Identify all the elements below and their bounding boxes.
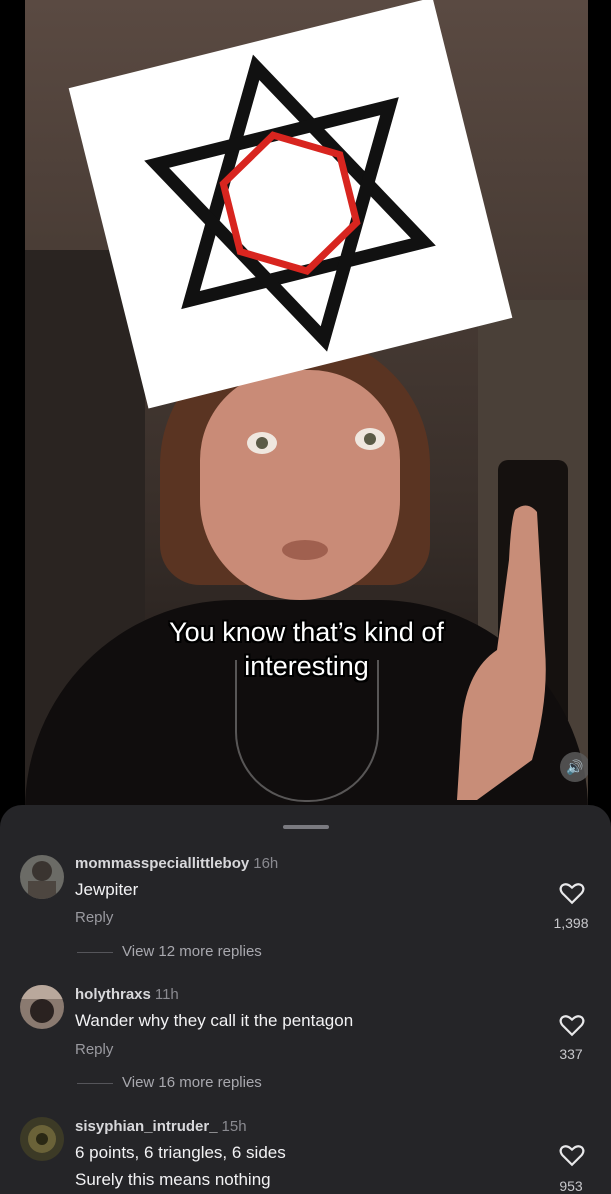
comment-time: 16h [253, 855, 279, 872]
like-count: 1,398 [553, 915, 589, 931]
person-face [200, 370, 400, 600]
comment-text-line2: Surely this means nothing [75, 1170, 271, 1189]
comment-username[interactable]: holythraxs 11h [75, 986, 179, 1003]
sheet-drag-handle[interactable] [283, 825, 329, 829]
comment-text: Wander why they call it the pentagon [75, 1011, 354, 1030]
view-more-replies[interactable]: View 16 more replies [77, 1074, 262, 1091]
like-count: 337 [559, 1046, 583, 1062]
comment-text-line1: 6 points, 6 triangles, 6 sides [75, 1143, 286, 1162]
avatar[interactable] [20, 985, 64, 1029]
comment-username[interactable]: mommasspeciallittleboy 16h [75, 855, 278, 872]
person-mouth [282, 540, 328, 560]
username-text[interactable]: sisyphian_intruder_ [75, 1118, 218, 1135]
heart-icon[interactable] [559, 881, 585, 905]
comment-text: Jewpiter [75, 880, 139, 899]
view-more-label: View 12 more replies [122, 943, 262, 960]
reply-button[interactable]: Reply [75, 909, 113, 926]
view-more-replies[interactable]: View 12 more replies [77, 943, 262, 960]
view-more-label: View 16 more replies [122, 1074, 262, 1091]
heart-icon[interactable] [559, 1013, 585, 1037]
avatar[interactable] [20, 855, 64, 899]
username-text[interactable]: holythraxs [75, 986, 151, 1003]
star-hexagon-sign [68, 0, 513, 409]
thread-line [77, 1082, 113, 1084]
person-eye-right [355, 428, 385, 450]
comment-time: 11h [154, 986, 179, 1003]
video-caption-line2: interesting [244, 651, 369, 681]
thread-line [77, 951, 113, 953]
video-caption-line1: You know that’s kind of [169, 617, 444, 647]
username-text[interactable]: mommasspeciallittleboy [75, 855, 249, 872]
speaker-icon[interactable]: 🔊 [560, 752, 588, 782]
like-count: 953 [559, 1178, 583, 1194]
avatar[interactable] [20, 1117, 64, 1161]
comment-time: 15h [221, 1118, 247, 1135]
heart-icon[interactable] [559, 1143, 585, 1167]
comment-username[interactable]: sisyphian_intruder_ 15h [75, 1118, 247, 1135]
video-player[interactable]: You know that’s kind of interesting 🔊 [25, 0, 588, 810]
comments-sheet: mommasspeciallittleboy 16h Jewpiter Reply… [0, 805, 611, 1194]
person-eye-left [247, 432, 277, 454]
reply-button[interactable]: Reply [75, 1041, 113, 1058]
